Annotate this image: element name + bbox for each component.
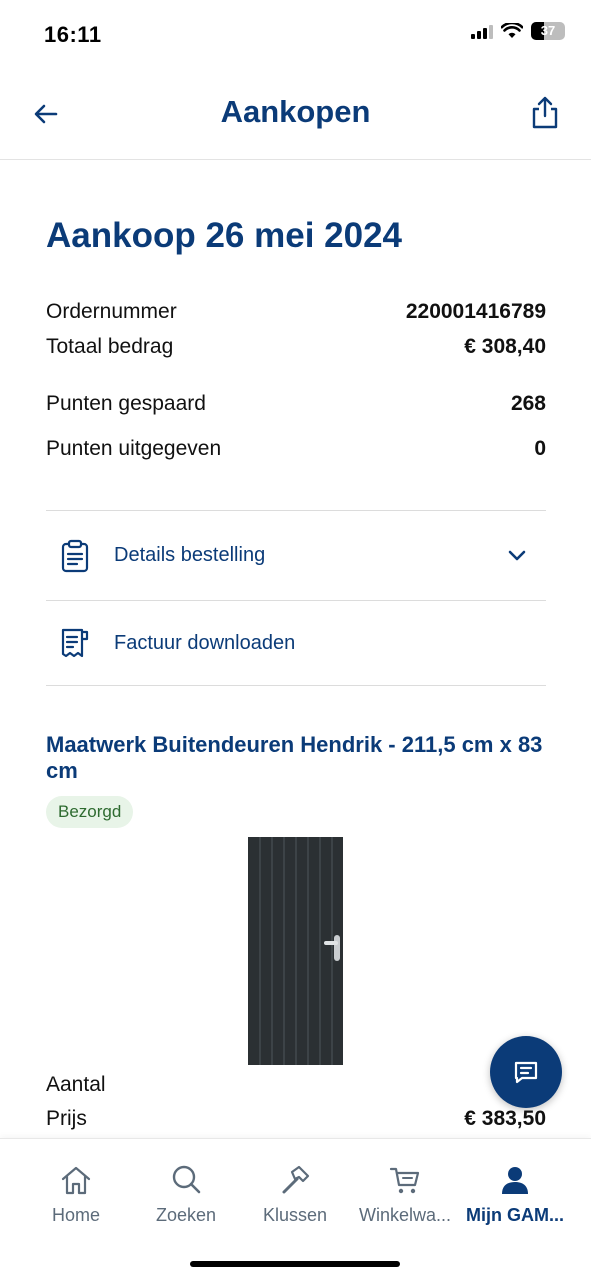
battery-icon: 37 (531, 22, 565, 40)
product-image[interactable] (248, 837, 343, 1065)
download-invoice-label: Factuur downloaden (114, 631, 296, 654)
order-number-label: Ordernummer (46, 299, 177, 323)
tab-projects-label: Klussen (262, 1205, 328, 1225)
status-icons: 37 (471, 22, 565, 40)
order-details-toggle[interactable]: Details bestelling (46, 510, 546, 600)
tab-bar: Home Zoeken Klussen Winkelwa... Mijn GAM… (0, 1138, 591, 1280)
status-bar: 16:11 37 (0, 0, 591, 70)
purchase-title: Aankoop 26 mei 2024 (46, 216, 402, 255)
points-spent-label: Punten uitgegeven (46, 436, 222, 460)
order-details-label: Details bestelling (114, 544, 266, 566)
purchase-summary: Ordernummer 220001416789 Totaal bedrag €… (46, 294, 546, 466)
page-title: Aankopen (220, 94, 371, 129)
purchase-actions: Details bestelling Factuur downloaden (46, 510, 546, 686)
points-earned-value: 268 (510, 391, 546, 415)
nav-bar: Aankopen (0, 70, 591, 160)
order-number-row: Ordernummer 220001416789 (46, 294, 546, 329)
tab-projects[interactable]: Klussen (235, 1163, 355, 1226)
status-time: 16:11 (44, 22, 102, 47)
quantity-row: Aantal (46, 1068, 546, 1102)
tab-home-label: Home (51, 1205, 100, 1225)
tab-search[interactable]: Zoeken (126, 1163, 246, 1226)
total-amount-value: € 308,40 (464, 334, 546, 358)
wifi-icon (501, 23, 523, 38)
door-illustration (248, 837, 343, 1065)
points-earned-label: Punten gespaard (46, 391, 206, 415)
tab-account[interactable]: Mijn GAM... (455, 1163, 575, 1226)
home-indicator (190, 1261, 400, 1267)
status-badge: Bezorgd (46, 796, 134, 828)
points-earned-row: Punten gespaard 268 (46, 386, 546, 421)
search-icon (172, 1165, 201, 1194)
user-icon (502, 1167, 528, 1194)
price-row: Prijs € 383,50 (46, 1102, 546, 1136)
tab-search-label: Zoeken (155, 1205, 217, 1225)
cart-icon (389, 1167, 420, 1194)
points-spent-value: 0 (534, 436, 546, 460)
price-value: € 383,50 (464, 1107, 546, 1130)
product-title[interactable]: Maatwerk Buitendeuren Hendrik - 211,5 cm… (46, 732, 546, 784)
tab-home[interactable]: Home (16, 1163, 136, 1226)
download-invoice-button[interactable]: Factuur downloaden (46, 600, 546, 686)
home-icon (61, 1166, 91, 1195)
purchase-detail: Aankoop 26 mei 2024 Ordernummer 22000141… (46, 160, 546, 828)
tab-cart-label: Winkelwa... (358, 1205, 452, 1225)
chevron-down-icon (508, 550, 526, 561)
points-spent-row: Punten uitgegeven 0 (46, 431, 546, 466)
invoice-icon (61, 628, 89, 658)
price-label: Prijs (46, 1107, 87, 1130)
tab-account-label: Mijn GAM... (466, 1205, 564, 1225)
quantity-label: Aantal (46, 1073, 106, 1096)
share-icon[interactable] (529, 94, 561, 130)
chat-icon (514, 1061, 538, 1084)
clipboard-icon (61, 539, 89, 572)
battery-level: 37 (540, 23, 556, 38)
total-amount-row: Totaal bedrag € 308,40 (46, 329, 546, 364)
tab-cart[interactable]: Winkelwa... (345, 1163, 465, 1226)
total-amount-label: Totaal bedrag (46, 334, 174, 358)
hammer-icon (282, 1165, 310, 1194)
chat-button[interactable] (490, 1036, 562, 1108)
product-summary: Aantal Prijs € 383,50 (46, 1068, 546, 1136)
cellular-signal-icon (471, 23, 493, 39)
order-number-value: 220001416789 (405, 299, 546, 323)
